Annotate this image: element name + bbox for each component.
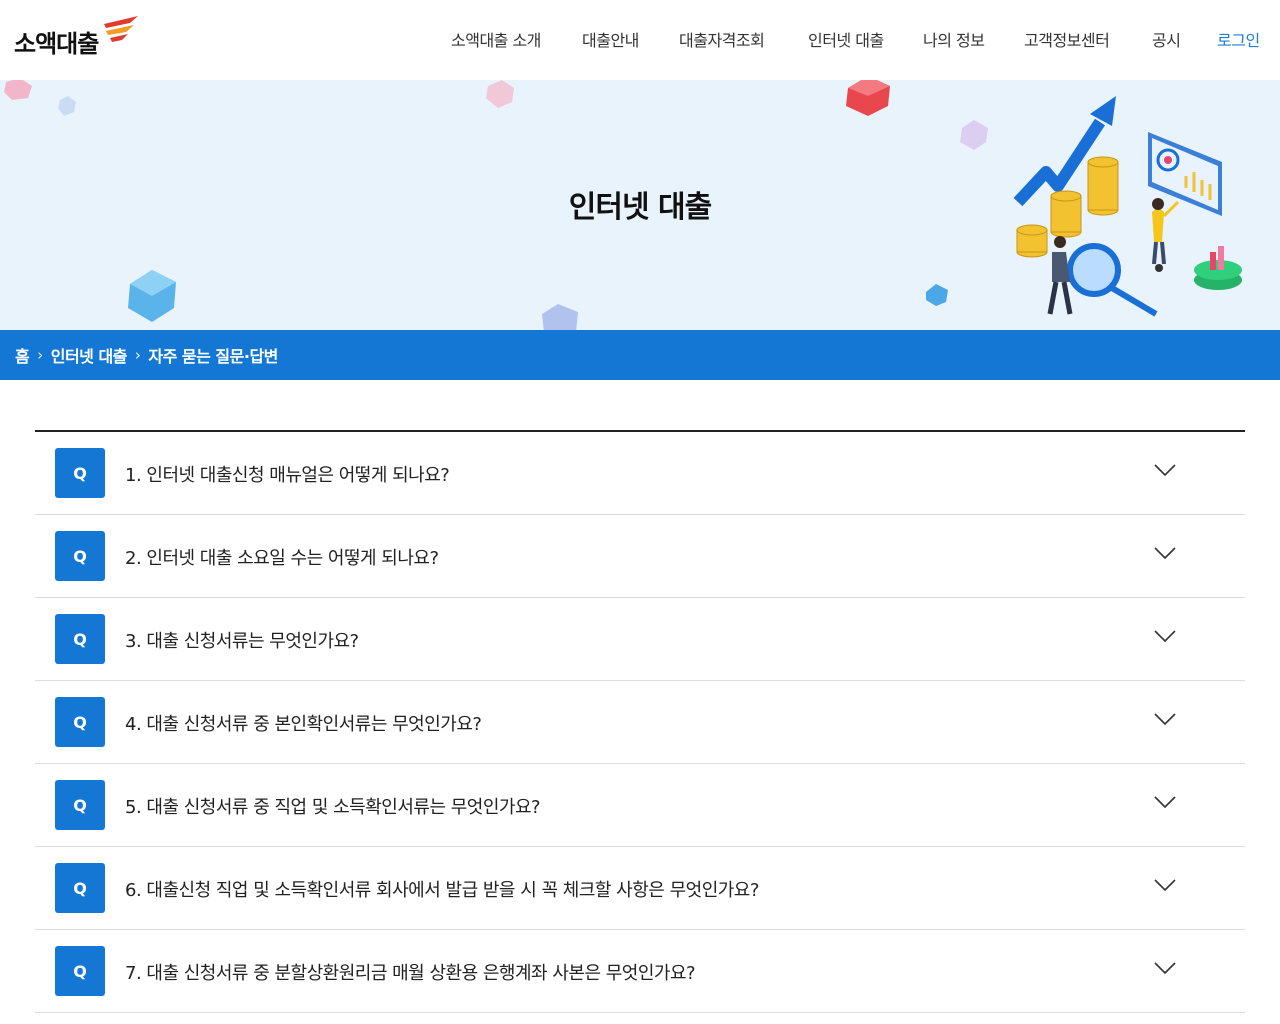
chevron-down-icon[interactable] xyxy=(1153,462,1177,478)
faq-question[interactable]: 4. 대출 신청서류 중 본인확인서류는 무엇인가요? xyxy=(125,710,482,736)
faq-question[interactable]: 3. 대출 신청서류는 무엇인가요? xyxy=(125,627,359,653)
faq-question[interactable]: 2. 인터넷 대출 소요일 수는 어떻게 되나요? xyxy=(125,544,439,570)
decor-cube-icon xyxy=(58,96,76,116)
breadcrumb-home[interactable]: 홈 xyxy=(15,343,30,367)
chevron-down-icon[interactable] xyxy=(1153,960,1177,976)
question-badge: Q xyxy=(55,448,105,498)
faq-question[interactable]: 7. 대출 신청서류 중 분할상환원리금 매월 상환용 은행계좌 사본은 무엇인… xyxy=(125,959,696,985)
decor-cube-icon xyxy=(128,270,176,322)
chevron-down-icon[interactable] xyxy=(1153,877,1177,893)
chevron-down-icon[interactable] xyxy=(1153,711,1177,727)
decor-cube-icon xyxy=(486,80,514,108)
decor-cube-icon xyxy=(542,304,578,330)
site-header: 소액대출 소액대출 소개 대출안내 대출자격조회 인터넷 대출 나의 정보 고객… xyxy=(0,0,1280,80)
chevron-right-icon: › xyxy=(134,346,141,364)
chevron-down-icon[interactable] xyxy=(1153,794,1177,810)
decor-cube-icon xyxy=(4,80,32,100)
question-badge: Q xyxy=(55,946,105,996)
faq-list: Q 1. 인터넷 대출신청 매뉴얼은 어떻게 되나요? Q 2. 인터넷 대출 … xyxy=(35,430,1245,1013)
chevron-right-icon: › xyxy=(37,346,43,364)
decor-cube-icon xyxy=(926,284,948,306)
question-badge: Q xyxy=(55,780,105,830)
page-title: 인터넷 대출 xyxy=(568,190,712,225)
nav-login[interactable]: 로그인 xyxy=(1217,27,1260,51)
main-nav: 소액대출 소개 대출안내 대출자격조회 인터넷 대출 나의 정보 고객정보센터 … xyxy=(0,27,1280,53)
nav-customer-center[interactable]: 고객정보센터 xyxy=(1024,27,1110,51)
breadcrumb-section[interactable]: 인터넷 대출 xyxy=(51,343,128,367)
faq-item[interactable]: Q 5. 대출 신청서류 중 직업 및 소득확인서류는 무엇인가요? xyxy=(35,764,1245,847)
breadcrumb-current: 자주 묻는 질문·답변 xyxy=(148,347,278,366)
question-badge: Q xyxy=(55,697,105,747)
question-badge: Q xyxy=(55,531,105,581)
nav-intro[interactable]: 소액대출 소개 xyxy=(451,27,541,51)
faq-item[interactable]: Q 1. 인터넷 대출신청 매뉴얼은 어떻게 되나요? xyxy=(35,432,1245,515)
nav-eligibility[interactable]: 대출자격조회 xyxy=(679,27,765,51)
chevron-down-icon[interactable] xyxy=(1153,545,1177,561)
nav-internet-loan[interactable]: 인터넷 대출 xyxy=(808,27,884,51)
faq-item[interactable]: Q 3. 대출 신청서류는 무엇인가요? xyxy=(35,598,1245,681)
nav-loan-guide[interactable]: 대출안내 xyxy=(582,27,639,51)
faq-item[interactable]: Q 7. 대출 신청서류 중 분할상환원리금 매월 상환용 은행계좌 사본은 무… xyxy=(35,930,1245,1013)
question-badge: Q xyxy=(55,863,105,913)
hero-banner: 인터넷 대출 xyxy=(0,80,1280,330)
faq-item[interactable]: Q 6. 대출신청 직업 및 소득확인서류 회사에서 발급 받을 시 꼭 체크할… xyxy=(35,847,1245,930)
faq-question[interactable]: 5. 대출 신청서류 중 직업 및 소득확인서류는 무엇인가요? xyxy=(125,793,541,819)
decor-cube-icon xyxy=(960,120,988,150)
nav-notice[interactable]: 공시 xyxy=(1152,27,1181,51)
chevron-down-icon[interactable] xyxy=(1153,628,1177,644)
faq-item[interactable]: Q 4. 대출 신청서류 중 본인확인서류는 무엇인가요? xyxy=(35,681,1245,764)
faq-item[interactable]: Q 2. 인터넷 대출 소요일 수는 어떻게 되나요? xyxy=(35,515,1245,598)
decor-cube-icon xyxy=(846,80,890,116)
faq-question[interactable]: 1. 인터넷 대출신청 매뉴얼은 어떻게 되나요? xyxy=(125,461,450,487)
question-badge: Q xyxy=(55,614,105,664)
breadcrumb: 홈 › 인터넷 대출 › 자주 묻는 질문·답변 xyxy=(0,330,1280,380)
faq-question[interactable]: 6. 대출신청 직업 및 소득확인서류 회사에서 발급 받을 시 꼭 체크할 사… xyxy=(125,876,759,902)
nav-my-info[interactable]: 나의 정보 xyxy=(923,27,985,51)
